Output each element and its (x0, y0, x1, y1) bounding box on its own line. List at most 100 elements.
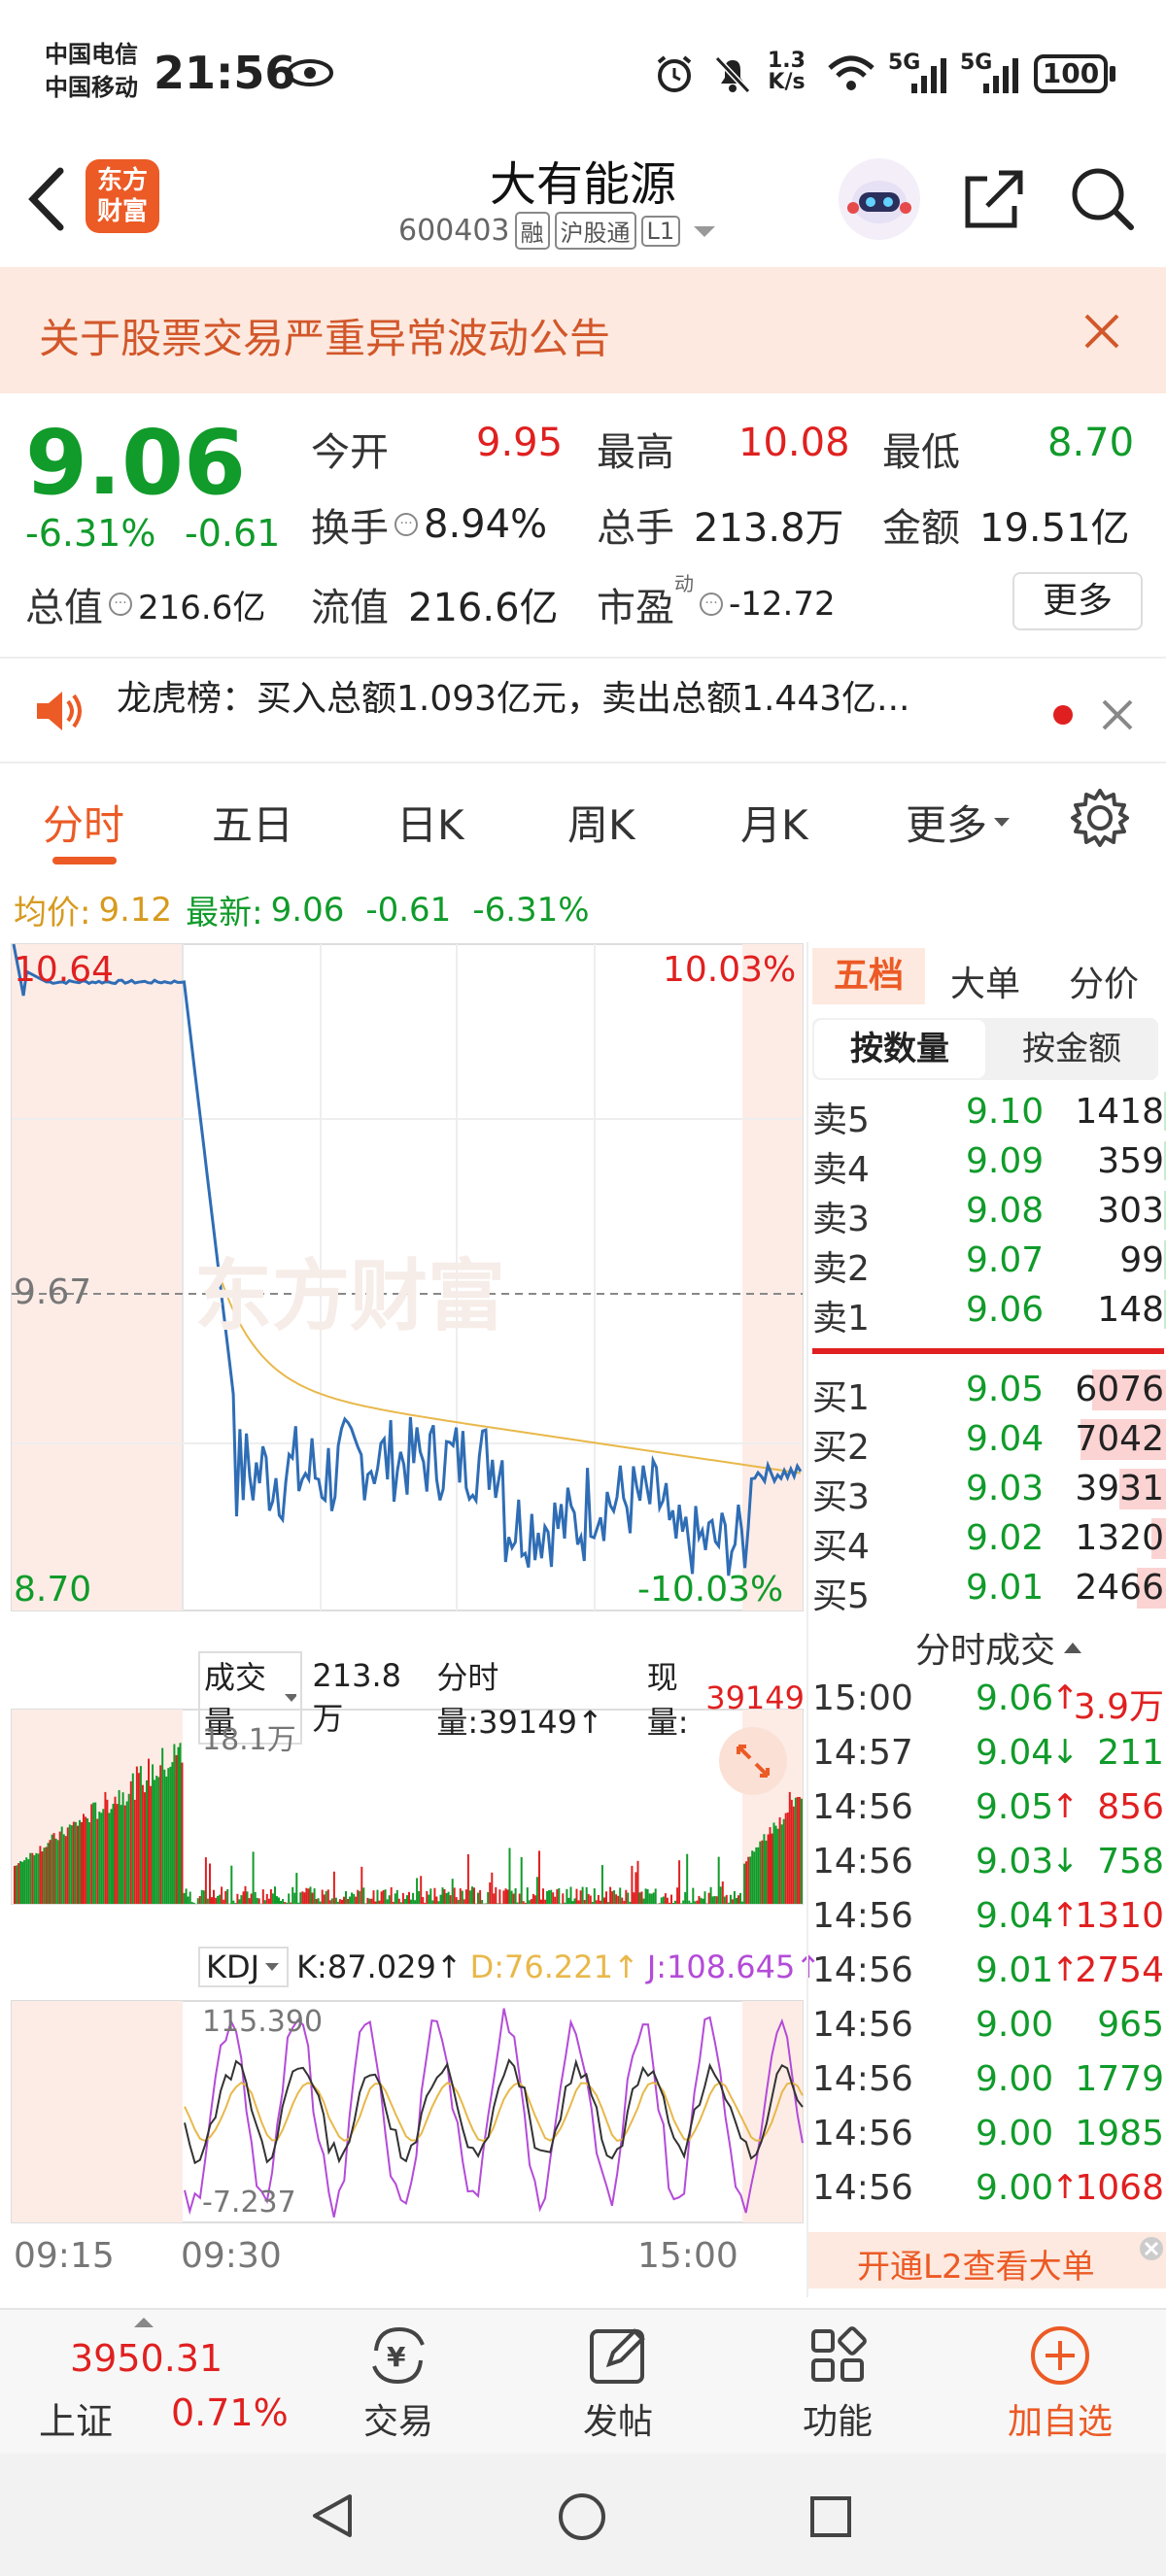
index-ticker[interactable]: 3950.31 上证 0.71% (0, 2310, 292, 2456)
toggle-by-quantity[interactable]: 按数量 (814, 1020, 985, 1078)
tab-intraday[interactable]: 分时 (43, 793, 124, 852)
tab-five-day[interactable]: 五日 (212, 793, 293, 852)
l2-promo[interactable]: 开通L2查看大单 (808, 2232, 1166, 2288)
info-icon: ··· (109, 593, 132, 616)
toggle-by-amount[interactable]: 按金额 (987, 1020, 1156, 1078)
volume-bar (25, 1857, 28, 1904)
recents-square-icon[interactable] (806, 2492, 855, 2541)
volume-bar (292, 1886, 294, 1904)
tab-daily-k[interactable]: 日K (396, 793, 464, 852)
tab-five-levels[interactable]: 五档 (812, 948, 925, 1004)
volume-bar (100, 1813, 103, 1904)
tick-row: 14:56 9.00 1985 (808, 2114, 1166, 2168)
volume-bar (33, 1855, 36, 1904)
high-value: 10.08 (738, 421, 850, 465)
close-icon[interactable] (1139, 2236, 1164, 2261)
nav-add-watchlist[interactable]: 加自选 (1007, 2322, 1114, 2448)
robot-assistant-icon[interactable] (836, 155, 923, 243)
close-icon[interactable] (1100, 697, 1135, 732)
home-circle-icon[interactable] (556, 2491, 608, 2543)
volume-bar (533, 1895, 536, 1904)
tab-price-distribution[interactable]: 分价 (1069, 956, 1139, 1006)
nav-functions[interactable]: 功能 (789, 2322, 886, 2448)
more-button[interactable]: 更多 (1012, 572, 1143, 630)
tick-price: 9.00 (976, 2059, 1054, 2099)
volume-bar (131, 1773, 134, 1904)
volume-bar (334, 1897, 337, 1904)
expand-icon (737, 1745, 770, 1778)
kdj-d-value: D:76.221↑ (469, 1949, 639, 1985)
volume-label: 总手 (597, 506, 674, 551)
bid-price: 9.05 (966, 1370, 1045, 1409)
gear-icon[interactable] (1069, 787, 1131, 849)
volume-bar (144, 1792, 146, 1904)
expand-button[interactable] (719, 1727, 787, 1795)
bid-label: 买2 (812, 1428, 870, 1468)
volume-bar (491, 1872, 494, 1904)
volume-bar (92, 1802, 95, 1904)
volume-bar (619, 1887, 622, 1904)
volume-bar (313, 1888, 316, 1904)
volume-bar (447, 1891, 450, 1904)
back-triangle-icon[interactable] (307, 2491, 358, 2541)
last-price: 9.06 (25, 411, 246, 515)
amount-value: 19.51亿 (979, 506, 1130, 551)
volume-bar (155, 1776, 158, 1904)
announcement-banner[interactable]: 关于股票交易严重异常波动公告 (0, 267, 1166, 393)
nav-post[interactable]: 发帖 (569, 2322, 667, 2448)
share-icon[interactable] (960, 165, 1028, 233)
bid-qty: 2466 (1075, 1568, 1164, 1608)
kdj-selector[interactable]: KDJ (198, 1947, 290, 1987)
ask-price: 9.06 (966, 1290, 1045, 1330)
volume-bar (776, 1828, 779, 1904)
volume-bar (234, 1903, 237, 1904)
volume-bar (94, 1802, 97, 1904)
volume-bar (146, 1779, 148, 1904)
title-bar: 东方 财富 大有能源 600403 融 沪股通 L1 (0, 146, 1166, 267)
volume-bar (108, 1813, 111, 1904)
tab-weekly-k[interactable]: 周K (567, 793, 635, 852)
volume-bar (368, 1898, 371, 1904)
close-icon[interactable] (1080, 310, 1123, 353)
volume-bar (64, 1836, 67, 1904)
volume-bar (428, 1894, 430, 1904)
nav-trade[interactable]: ¥ 交易 (350, 2322, 447, 2448)
volume-bar (613, 1890, 616, 1904)
volume-bar (81, 1821, 83, 1904)
pe-stat: 市盈 动 ··· -12.72 (597, 568, 836, 632)
volume-bar (751, 1850, 754, 1904)
volume-bar (345, 1891, 347, 1904)
volume-bar (631, 1865, 634, 1904)
volume-bar (542, 1888, 544, 1904)
volume-bar (209, 1863, 211, 1904)
tab-big-orders[interactable]: 大单 (950, 956, 1020, 1006)
intraday-chart-svg (11, 943, 804, 2223)
announcement-text[interactable]: 关于股票交易严重异常波动公告 (39, 306, 610, 365)
volume-bar (165, 1777, 168, 1904)
stock-code-row[interactable]: 600403 融 沪股通 L1 (398, 212, 719, 250)
bid-label: 买3 (812, 1477, 870, 1517)
latest-label: 最新: (186, 894, 263, 932)
volume-bar (729, 1894, 732, 1904)
tab-more[interactable]: 更多 (906, 793, 1012, 852)
dragon-tiger-bar[interactable]: 龙虎榜：买入总额1.093亿元，卖出总额1.443亿... (0, 657, 1166, 763)
volume-bar (150, 1785, 153, 1904)
volume-bar (642, 1898, 645, 1904)
tab-monthly-k[interactable]: 月K (740, 793, 808, 852)
volume-bar (593, 1888, 596, 1904)
volume-bar (217, 1895, 220, 1904)
volume-bar (611, 1891, 614, 1904)
volume-bar (654, 1888, 657, 1904)
volume-bar (682, 1900, 685, 1904)
dragon-tiger-text[interactable]: 龙虎榜：买入总额1.093亿元，卖出总额1.443亿... (117, 670, 909, 721)
time-label-close: 15:00 (637, 2236, 738, 2276)
volume-bar (493, 1893, 496, 1904)
search-icon[interactable] (1067, 163, 1137, 233)
volume-bar (16, 1865, 17, 1904)
volume-bar (192, 1902, 195, 1904)
ticks-header[interactable]: 分时成交 (915, 1622, 1084, 1673)
volume-bar (204, 1857, 207, 1904)
volume-bar (638, 1892, 641, 1904)
time-label-start: 09:15 (14, 2236, 115, 2276)
intraday-chart[interactable]: 10.64 9.67 8.70 10.03% -10.03% 东方财富 成交量 … (0, 942, 821, 2297)
